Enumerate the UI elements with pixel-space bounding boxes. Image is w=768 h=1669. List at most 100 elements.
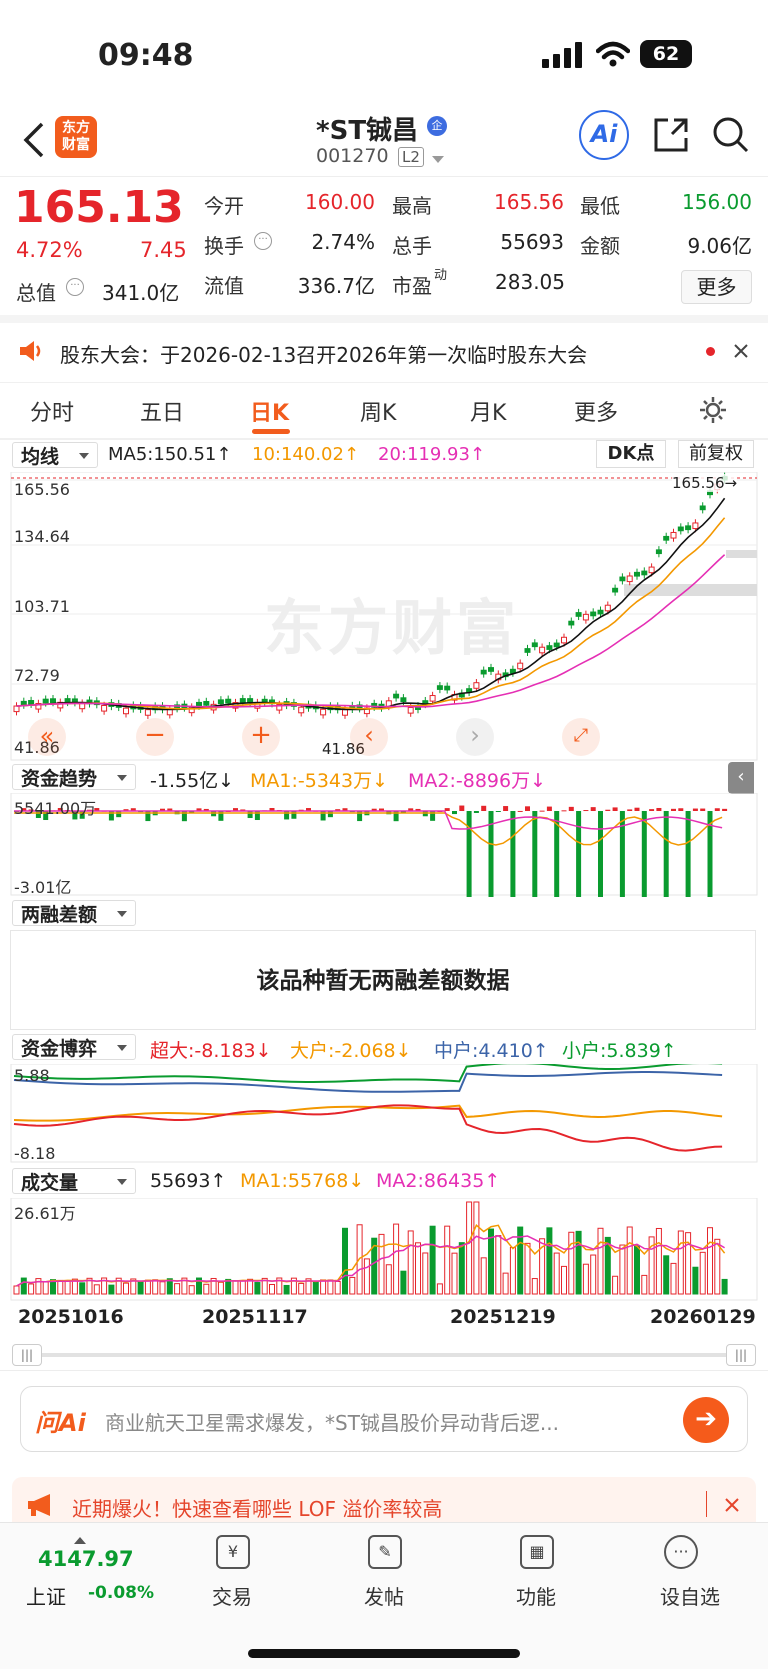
- settings-gear-icon[interactable]: [698, 395, 728, 425]
- fund-trend-select[interactable]: 资金趋势: [12, 764, 136, 790]
- back-arrow-icon[interactable]: [20, 120, 48, 160]
- candle: [597, 609, 604, 615]
- tab-1[interactable]: 五日: [140, 395, 184, 427]
- volume-bar: [407, 1230, 414, 1295]
- ma-indicator-select[interactable]: 均线: [12, 442, 98, 468]
- active-tab-underline: [252, 429, 290, 434]
- dk-point-button[interactable]: DK点: [596, 440, 666, 468]
- margin-empty-message: 该品种暂无两融差额数据: [10, 930, 756, 1030]
- fund-bar: [678, 808, 684, 811]
- volume-bar: [159, 1281, 166, 1295]
- candle: [196, 701, 202, 707]
- candle: [582, 613, 589, 621]
- tab-3[interactable]: 周K: [360, 395, 396, 427]
- level-badge[interactable]: L2: [398, 147, 424, 167]
- candle: [203, 701, 210, 706]
- post-icon[interactable]: ✎: [368, 1535, 402, 1569]
- tab-4[interactable]: 月K: [470, 395, 506, 427]
- fund-bar: [510, 811, 516, 897]
- fullscreen-icon[interactable]: ⤢: [562, 718, 600, 756]
- fund-game-chart[interactable]: [0, 1064, 768, 1164]
- margin-select[interactable]: 两融差额: [12, 900, 136, 926]
- volume-bar: [531, 1278, 538, 1295]
- tab-5[interactable]: 更多: [574, 395, 618, 427]
- range-handle-left[interactable]: |||: [12, 1344, 42, 1366]
- fund-trend-ma2: MA2:-8896万↓: [408, 770, 547, 792]
- search-icon[interactable]: [712, 116, 750, 154]
- candle: [531, 642, 538, 648]
- index-pct[interactable]: -0.08%: [88, 1583, 154, 1603]
- nav-item-label[interactable]: 设自选: [660, 1581, 720, 1610]
- volume-bar: [663, 1255, 670, 1295]
- index-name[interactable]: 上证: [26, 1581, 66, 1610]
- caret-up-icon[interactable]: [74, 1531, 86, 1544]
- candle: [670, 531, 677, 539]
- nav-item-label[interactable]: 功能: [516, 1581, 556, 1610]
- range-track[interactable]: [42, 1353, 726, 1357]
- features-icon[interactable]: ▦: [520, 1535, 554, 1569]
- close-icon[interactable]: [724, 1497, 740, 1513]
- notice-bar[interactable]: 股东大会：于2026-02-13召开2026年第一次临时股东大会: [0, 315, 768, 377]
- range-handle-right[interactable]: |||: [726, 1344, 756, 1366]
- arrow-right-icon[interactable]: ➔: [683, 1397, 729, 1443]
- volume-bar: [20, 1277, 27, 1295]
- volume-bar: [79, 1282, 86, 1295]
- scroll-right-icon[interactable]: ›: [456, 718, 494, 756]
- tab-0[interactable]: 分时: [30, 395, 74, 427]
- nav-item-label[interactable]: 交易: [212, 1581, 252, 1610]
- candle: [663, 535, 670, 541]
- volume-chart[interactable]: [0, 1198, 768, 1302]
- ai-button[interactable]: Ai: [579, 110, 629, 160]
- volume-bar: [451, 1252, 458, 1295]
- info-icon[interactable]: ···: [254, 232, 272, 250]
- zoom-out-icon[interactable]: −: [136, 718, 174, 756]
- candle: [436, 685, 443, 690]
- quote-value: 55693: [500, 230, 564, 254]
- fund-bar: [444, 808, 450, 811]
- candle: [342, 709, 348, 716]
- watchlist-icon[interactable]: ···: [664, 1535, 698, 1569]
- tab-2[interactable]: 日K: [250, 395, 289, 427]
- volume-bar: [502, 1272, 509, 1295]
- large-value: 大户:-2.068↓: [290, 1040, 412, 1062]
- exchange-icon[interactable]: ¥: [216, 1535, 250, 1569]
- scroll-left-icon[interactable]: ‹: [350, 718, 388, 756]
- volume-bar: [473, 1201, 480, 1295]
- notice-dot: [706, 347, 715, 356]
- volume-bar: [714, 1238, 721, 1295]
- fuquan-button[interactable]: 前复权: [678, 440, 754, 468]
- period-tabs: 分时 五日 日K 周K 月K 更多: [0, 382, 768, 438]
- status-bar: 09:48 62: [0, 0, 768, 110]
- volume-bar: [269, 1283, 275, 1295]
- fund-bar: [612, 807, 618, 811]
- fund-trend-chart[interactable]: [0, 793, 768, 897]
- volume-bar: [677, 1230, 684, 1295]
- close-icon[interactable]: [733, 343, 749, 359]
- nav-item-label[interactable]: 发帖: [364, 1581, 404, 1610]
- index-value[interactable]: 4147.97: [38, 1547, 134, 1571]
- share-icon[interactable]: [652, 116, 690, 154]
- fund-bar: [641, 811, 647, 897]
- volume-bar: [108, 1284, 115, 1295]
- volume-bar: [422, 1252, 429, 1295]
- promo-text: 近期爆火！快速查看哪些 LOF 溢价率较高: [72, 1497, 443, 1521]
- candle: [655, 549, 662, 555]
- fund-bar: [503, 806, 509, 811]
- candle: [13, 705, 20, 713]
- volume-bar: [239, 1280, 246, 1295]
- info-icon[interactable]: ···: [66, 278, 84, 296]
- volume-bar: [509, 1246, 516, 1295]
- range-scrollbar[interactable]: ||| |||: [12, 1344, 756, 1366]
- chevron-down-icon[interactable]: [432, 156, 444, 169]
- fund-game-select[interactable]: 资金博弈: [12, 1034, 136, 1060]
- scroll-left-fast-icon[interactable]: «: [28, 718, 66, 756]
- fund-bar: [116, 811, 122, 818]
- volume-ma1-line: [16, 1223, 726, 1287]
- zoom-in-icon[interactable]: +: [242, 718, 280, 756]
- ai-question-bar[interactable]: 问Ai 商业航天卫星需求爆发，*ST铖昌股价异动背后逻... ➔: [20, 1386, 748, 1452]
- candle: [298, 706, 305, 714]
- volume-select[interactable]: 成交量: [12, 1168, 136, 1194]
- fund-bar: [598, 811, 603, 897]
- more-button[interactable]: 更多: [681, 270, 752, 304]
- app-logo[interactable]: 东方财富: [55, 116, 97, 158]
